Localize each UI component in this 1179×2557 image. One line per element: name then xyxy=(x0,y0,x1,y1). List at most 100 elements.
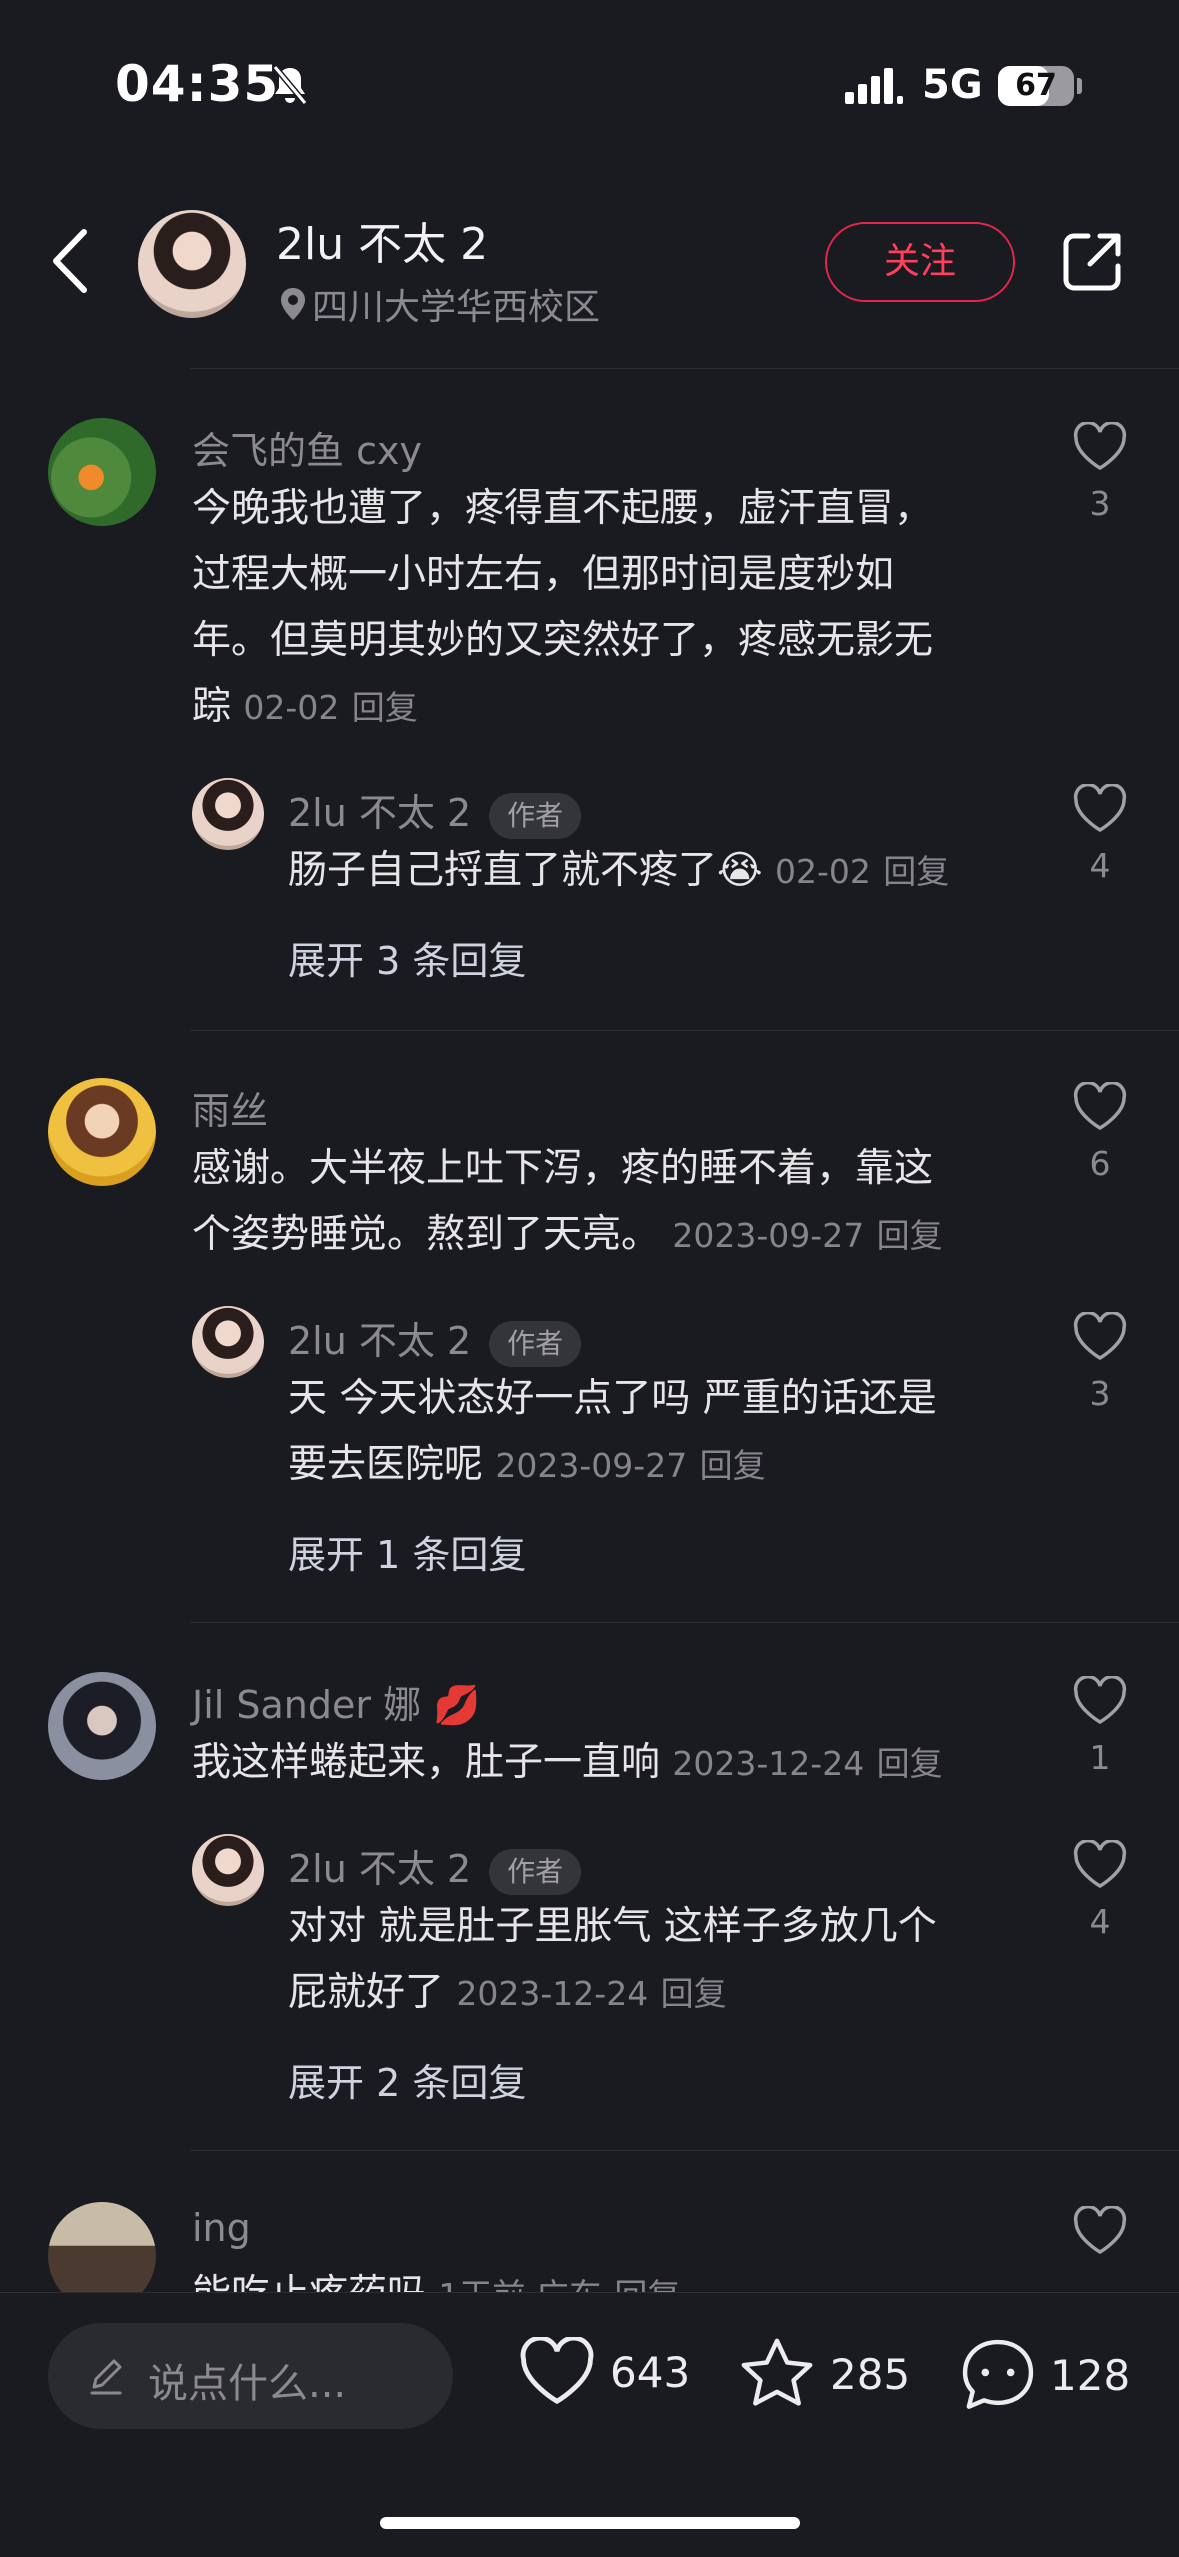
reply-username[interactable]: 2lu 不太 2 作者 xyxy=(288,1310,582,1367)
reply-like[interactable]: 4 xyxy=(1070,782,1130,885)
comment-line: 要去医院呢 xyxy=(288,1442,484,1487)
reply-like[interactable]: 4 xyxy=(1070,1838,1130,1941)
heart-icon xyxy=(1073,1080,1127,1131)
like-count: 4 xyxy=(1089,1902,1111,1941)
reply-username-label: 2lu 不太 2 xyxy=(288,1319,472,1363)
comment-date: 2023-09-27 xyxy=(672,1216,865,1255)
heart-icon xyxy=(1073,1674,1127,1725)
author-badge: 作者 xyxy=(489,792,582,839)
comment-line: 个姿势睡觉。熬到了天亮。 xyxy=(192,1212,661,1257)
comment-line: 我这样蜷起来，肚子一直响 xyxy=(192,1740,661,1785)
battery-level: 67 xyxy=(1015,68,1057,103)
star-count: 285 xyxy=(830,2349,911,2399)
star-icon xyxy=(741,2338,813,2406)
comment-line: 今晚我也遭了，疼得直不起腰，虚汗直冒， xyxy=(192,486,934,531)
follow-button[interactable]: 关注 xyxy=(825,222,1015,302)
comment-line: 踪 xyxy=(192,684,232,729)
author-name[interactable]: 2lu 不太 2 xyxy=(276,208,488,272)
reply-text[interactable]: 对对 就是肚子里胀气 这样子多放几个 屁就好了 2023-12-24 回复 xyxy=(288,1894,1028,2027)
expand-replies-button[interactable]: 展开 2 条回复 xyxy=(288,2052,526,2107)
comment-username[interactable]: ing xyxy=(192,2206,251,2250)
comment-count: 128 xyxy=(1050,2350,1131,2400)
reply-date: 02-02 xyxy=(774,852,871,891)
comment-input[interactable]: 说点什么... xyxy=(48,2323,453,2429)
comment-text[interactable]: 今晚我也遭了，疼得直不起腰，虚汗直冒， 过程大概一小时左右，但那时间是度秒如 年… xyxy=(192,476,1032,741)
comment-avatar[interactable] xyxy=(48,1672,156,1780)
comment-avatar[interactable] xyxy=(48,418,156,526)
home-indicator[interactable] xyxy=(380,2517,800,2529)
reply-username[interactable]: 2lu 不太 2 作者 xyxy=(288,782,582,839)
share-icon[interactable] xyxy=(1060,230,1124,294)
reply-username[interactable]: 2lu 不太 2 作者 xyxy=(288,1838,582,1895)
comment-line: 对对 就是肚子里胀气 这样子多放几个 xyxy=(288,1904,937,1949)
author-badge: 作者 xyxy=(489,1848,582,1895)
header-divider xyxy=(190,368,1179,369)
comment-line: 肠子自己捋直了就不疼了😭 xyxy=(288,848,763,893)
location[interactable]: 四川大学华西校区 xyxy=(280,278,600,330)
heart-icon xyxy=(1073,782,1127,833)
reply-text[interactable]: 天 今天状态好一点了吗 严重的话还是 要去医院呢 2023-09-27 回复 xyxy=(288,1366,1028,1499)
like-count: 3 xyxy=(1089,1374,1111,1413)
reply-like[interactable]: 3 xyxy=(1070,1310,1130,1413)
comment-like[interactable]: 3 xyxy=(1070,420,1130,523)
status-time: 04:35 xyxy=(115,55,280,113)
like-count: 4 xyxy=(1089,846,1111,885)
pencil-icon xyxy=(90,2359,122,2395)
comment-text[interactable]: 感谢。大半夜上吐下泻，疼的睡不着，靠这 个姿势睡觉。熬到了天亮。 2023-09… xyxy=(192,1136,1032,1269)
heart-icon xyxy=(520,2337,594,2405)
reply-text[interactable]: 肠子自己捋直了就不疼了😭 02-02 回复 xyxy=(288,838,1028,905)
back-icon[interactable] xyxy=(50,228,90,294)
like-count: 6 xyxy=(1089,1144,1111,1183)
like-count: 1 xyxy=(1089,1738,1111,1777)
author-avatar[interactable] xyxy=(138,210,246,318)
reply-button[interactable]: 回复 xyxy=(877,1216,943,1255)
comment-like[interactable] xyxy=(1070,2204,1130,2260)
comment-input-placeholder: 说点什么... xyxy=(148,2361,347,2407)
comment-divider xyxy=(190,1622,1179,1623)
comment-date: 02-02 xyxy=(243,688,340,727)
comment-username[interactable]: 雨丝 xyxy=(192,1080,268,1135)
reply-username-label: 2lu 不太 2 xyxy=(288,791,472,835)
comment-avatar[interactable] xyxy=(48,1078,156,1186)
battery-icon: 67 xyxy=(998,66,1074,106)
reply-avatar[interactable] xyxy=(192,1834,264,1906)
like-count: 3 xyxy=(1089,484,1111,523)
comment-line: 屁就好了 xyxy=(288,1970,445,2015)
comment-like[interactable]: 6 xyxy=(1070,1080,1130,1183)
heart-icon xyxy=(1073,2204,1127,2255)
reply-button[interactable]: 回复 xyxy=(877,1744,943,1783)
comment-divider xyxy=(190,2150,1179,2151)
like-count: 643 xyxy=(610,2347,691,2397)
comment-post-button[interactable]: 128 xyxy=(960,2337,1130,2413)
star-post-button[interactable]: 285 xyxy=(738,2337,910,2411)
expand-replies-button[interactable]: 展开 1 条回复 xyxy=(288,1524,526,1579)
comment-line: 过程大概一小时左右，但那时间是度秒如 xyxy=(192,552,895,597)
heart-icon xyxy=(1073,1310,1127,1361)
author-badge: 作者 xyxy=(489,1320,582,1367)
reply-button[interactable]: 回复 xyxy=(661,1974,727,2013)
comment-username[interactable]: 会飞的鱼 cxy xyxy=(192,420,422,475)
reply-button[interactable]: 回复 xyxy=(883,852,949,891)
reply-button[interactable]: 回复 xyxy=(352,688,418,727)
battery-tip xyxy=(1077,78,1082,94)
reply-avatar[interactable] xyxy=(192,778,264,850)
signal-icon xyxy=(845,68,903,104)
reply-avatar[interactable] xyxy=(192,1306,264,1378)
reply-username-label: 2lu 不太 2 xyxy=(288,1847,472,1891)
comment-text[interactable]: 我这样蜷起来，肚子一直响 2023-12-24 回复 xyxy=(192,1730,1032,1797)
comment-like[interactable]: 1 xyxy=(1070,1674,1130,1777)
post-header: 2lu 不太 2 四川大学华西校区 关注 xyxy=(0,170,1179,370)
location-label: 四川大学华西校区 xyxy=(312,287,601,328)
reply-date: 2023-09-27 xyxy=(495,1446,688,1485)
comment-line: 年。但莫明其妙的又突然好了，疼感无影无 xyxy=(192,618,934,663)
comment-line: 感谢。大半夜上吐下泻，疼的睡不着，靠这 xyxy=(192,1146,934,1191)
like-post-button[interactable]: 643 xyxy=(518,2337,690,2407)
location-pin-icon xyxy=(281,288,305,320)
bell-muted-icon xyxy=(272,65,308,105)
reply-button[interactable]: 回复 xyxy=(700,1446,766,1485)
status-bar: 04:35 5G 67 xyxy=(0,0,1179,170)
expand-replies-button[interactable]: 展开 3 条回复 xyxy=(288,930,526,985)
reply-date: 2023-12-24 xyxy=(456,1974,649,2013)
comment-line: 天 今天状态好一点了吗 严重的话还是 xyxy=(288,1376,937,1421)
comment-username[interactable]: Jil Sander 娜 💋 xyxy=(192,1674,481,1729)
